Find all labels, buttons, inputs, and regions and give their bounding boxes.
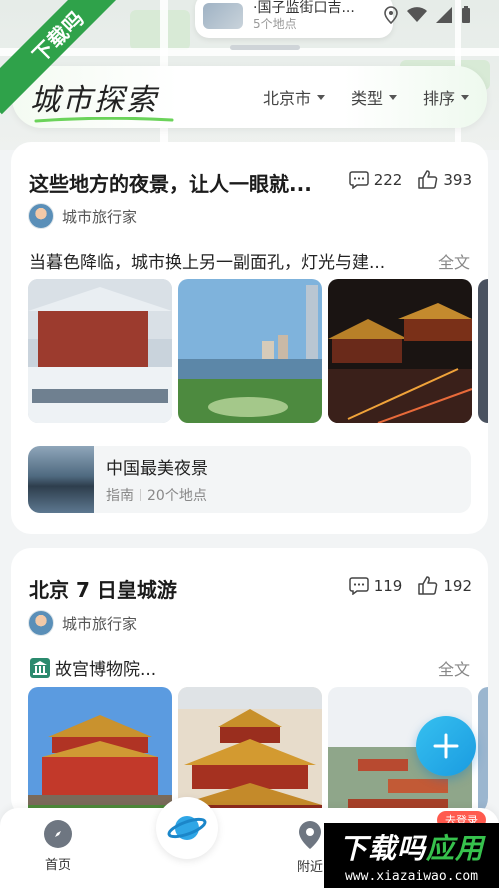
watermark-title-b: 应用	[426, 832, 485, 865]
filter-city-label: 北京市	[262, 89, 311, 108]
nav-home[interactable]: 首页	[44, 820, 72, 873]
filter-type[interactable]: 类型	[351, 85, 397, 109]
plus-icon	[433, 733, 459, 759]
description-text: 当暮色降临，城市换上另一副面孔，灯光与建...	[29, 253, 386, 273]
comment-count-value: 119	[373, 576, 403, 595]
nav-nearby-label: 附近	[296, 860, 323, 875]
explore-header: 城市探索 北京市 类型 排序	[12, 66, 487, 128]
wifi-icon	[407, 7, 427, 22]
post-title: 这些地方的夜景，让人一眼就...	[29, 172, 312, 196]
logo-text: 城市探索	[30, 83, 158, 118]
comment-count[interactable]: 119	[348, 576, 403, 595]
filter-sort-label: 排序	[422, 89, 455, 108]
status-bar	[384, 6, 471, 24]
map-poi-card[interactable]: ·国子监街口吉... 5个地点	[195, 0, 393, 38]
post-stats: 222 393	[348, 170, 472, 189]
map-poi-subtitle: 5个地点	[253, 17, 297, 32]
post-title: 北京 7 日皇城游	[29, 578, 177, 602]
dropdown-arrow-icon	[316, 94, 325, 100]
watermark-url: www.xiazaiwao.com	[344, 869, 479, 884]
photo-tiananmen[interactable]	[28, 687, 172, 818]
watermark-badge: 下载吗应用 www.xiazaiwao.com	[324, 823, 499, 888]
post-description[interactable]: 当暮色降临，城市换上另一副面孔，灯光与建... 全文	[29, 248, 470, 274]
guide-place-count: 20个地点	[147, 488, 207, 504]
like-count-value: 192	[443, 576, 472, 595]
guide-meta: 指南 20个地点	[106, 485, 208, 505]
photo-night-palace[interactable]	[328, 279, 472, 423]
photo-city-lake[interactable]	[178, 279, 322, 423]
photo-peek[interactable]	[478, 687, 488, 818]
nav-home-label: 首页	[44, 858, 71, 873]
map-poi-title: ·国子监街口吉...	[253, 0, 355, 17]
avatar	[28, 203, 54, 229]
post-stats: 119 192	[348, 576, 472, 595]
post-poi[interactable]: 故宫博物院... 全文	[29, 655, 470, 680]
dropdown-arrow-icon	[388, 94, 397, 100]
dropdown-arrow-icon	[461, 94, 469, 100]
logo-underline	[34, 117, 174, 123]
post-card[interactable]: 这些地方的夜景，让人一眼就... 222 393 城市旅行家 当暮色降临，城市换…	[11, 142, 488, 534]
comment-icon	[348, 170, 369, 189]
thumbs-up-icon	[418, 170, 438, 189]
author-name: 城市旅行家	[62, 207, 138, 226]
thumbs-up-icon	[418, 576, 438, 595]
like-count[interactable]: 192	[418, 576, 472, 595]
photo-snowy-palace[interactable]	[28, 279, 172, 423]
avatar	[28, 610, 54, 636]
post-author[interactable]: 城市旅行家	[28, 610, 137, 636]
post-author[interactable]: 城市旅行家	[28, 203, 137, 229]
divider	[140, 489, 141, 501]
map-poi-thumbnail	[203, 3, 243, 29]
guide-type: 指南	[106, 488, 134, 504]
author-name: 城市旅行家	[62, 614, 138, 633]
read-more-link[interactable]: 全文	[438, 656, 470, 680]
filter-sort[interactable]: 排序	[423, 85, 469, 109]
battery-icon	[462, 6, 470, 23]
comment-icon	[348, 576, 369, 595]
like-count[interactable]: 393	[418, 170, 472, 189]
poi-name: 故宫博物院...	[55, 660, 157, 680]
photo-forbidden-city[interactable]	[178, 687, 322, 818]
add-button[interactable]	[416, 716, 476, 776]
map-pin-icon	[299, 821, 321, 849]
museum-icon	[30, 657, 50, 678]
app-logo: 城市探索	[30, 75, 174, 123]
watermark-title: 下载吗应用	[339, 827, 484, 867]
post-card[interactable]: 北京 7 日皇城游 119 192 城市旅行家 故宫博物院... 全文	[11, 548, 488, 818]
filter-type-label: 类型	[350, 89, 383, 108]
read-more-link[interactable]: 全文	[438, 249, 470, 273]
filter-city[interactable]: 北京市	[263, 85, 325, 109]
compass-icon	[44, 820, 72, 848]
photo-strip[interactable]	[28, 279, 488, 423]
comment-count[interactable]: 222	[348, 170, 403, 189]
guide-card[interactable]: 中国最美夜景 指南 20个地点	[28, 446, 471, 513]
nav-explore-button[interactable]	[156, 797, 218, 859]
watermark-title-a: 下载吗	[338, 832, 426, 865]
signal-icon	[436, 7, 452, 23]
sheet-drag-handle[interactable]	[230, 45, 300, 50]
guide-thumbnail	[28, 446, 94, 513]
guide-title: 中国最美夜景	[106, 459, 208, 479]
like-count-value: 393	[443, 170, 472, 189]
planet-icon	[167, 816, 207, 840]
location-icon	[384, 6, 398, 24]
comment-count-value: 222	[373, 170, 403, 189]
filter-bar: 北京市 类型 排序	[263, 85, 469, 109]
nav-nearby[interactable]: 附近	[296, 820, 324, 875]
photo-peek[interactable]	[478, 279, 488, 423]
